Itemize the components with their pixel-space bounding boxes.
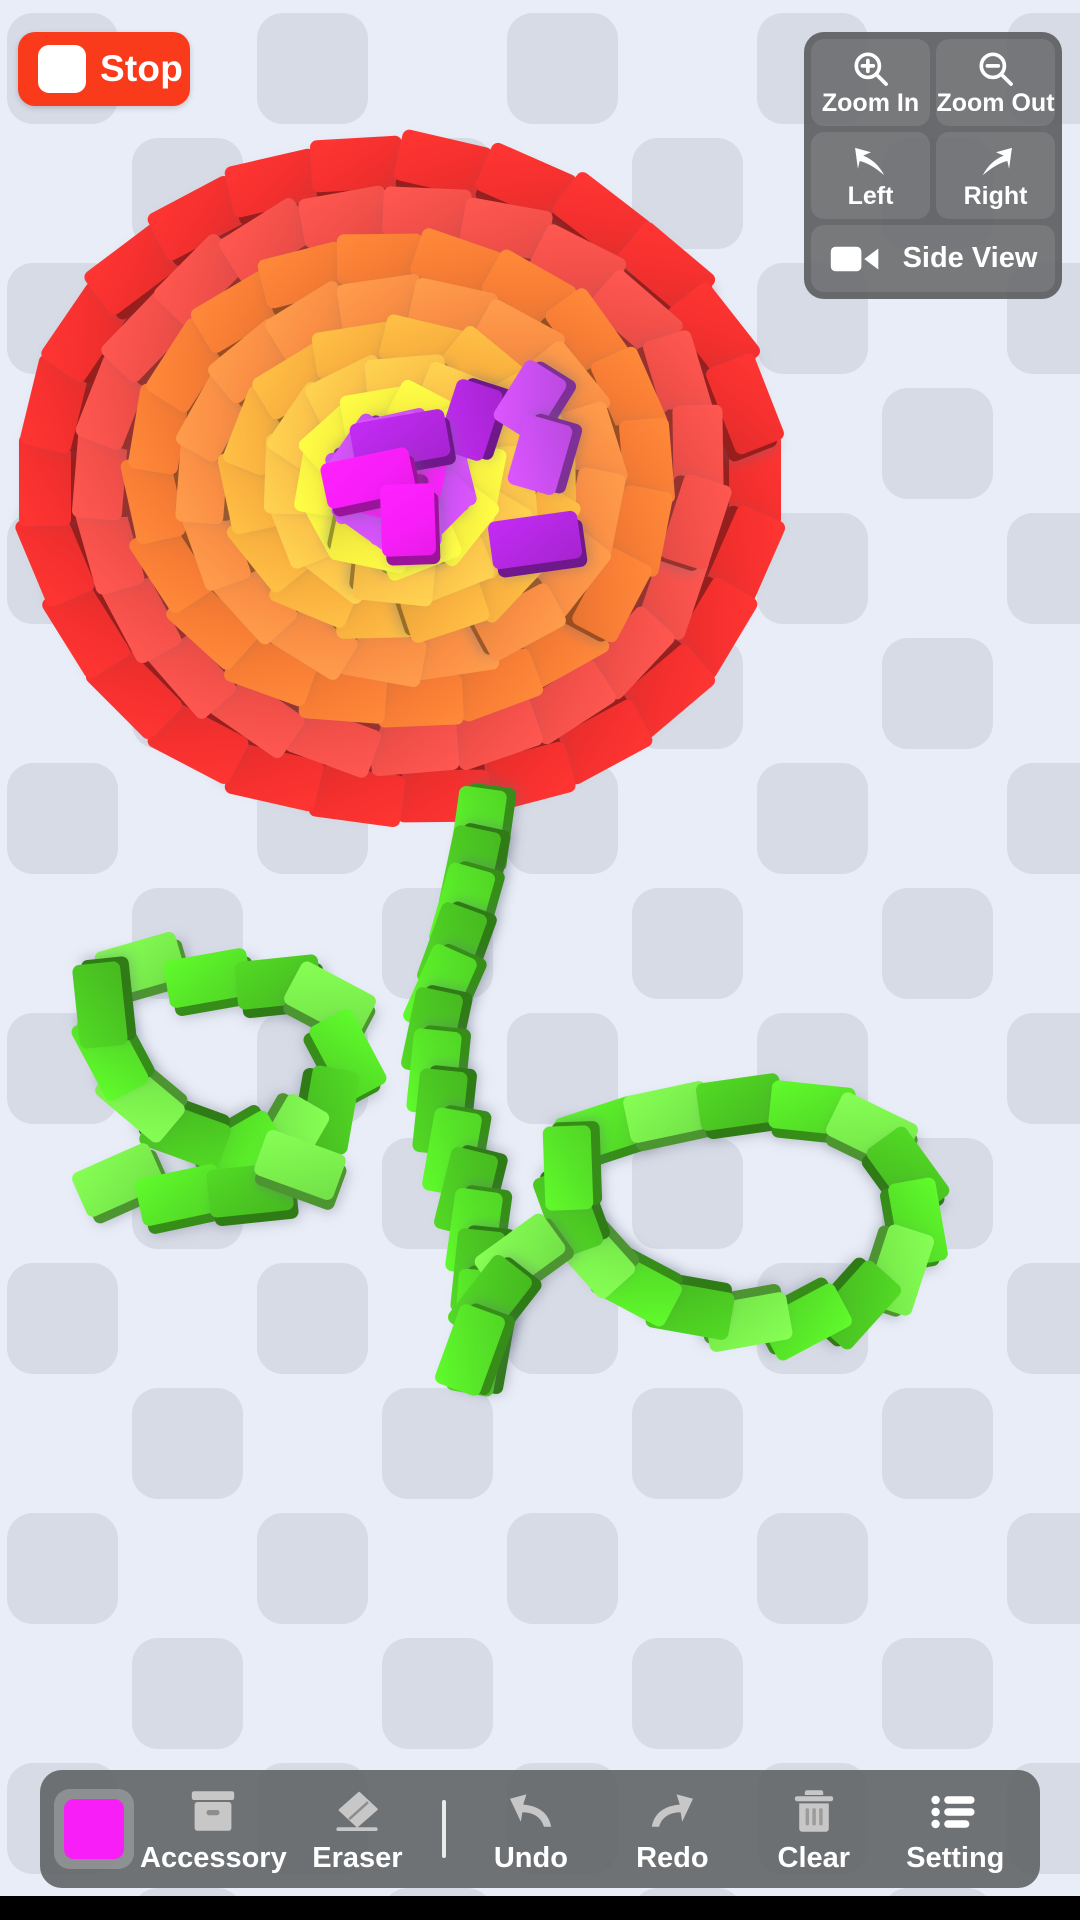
accessory-label: Accessory — [140, 1841, 287, 1874]
side-view-button[interactable]: Side View — [811, 225, 1055, 292]
undo-button[interactable]: Undo — [460, 1770, 601, 1888]
eraser-button[interactable]: Eraser — [287, 1770, 428, 1888]
game-screen: Stop Zoom In Zoom Out Left Right Side Vi… — [0, 0, 1080, 1920]
rotate-right-label: Right — [963, 182, 1028, 210]
redo-label: Redo — [636, 1841, 709, 1874]
rotate-left-label: Left — [847, 182, 894, 210]
eraser-icon — [330, 1784, 384, 1840]
setting-label: Setting — [906, 1841, 1005, 1874]
redo-button[interactable]: Redo — [602, 1770, 743, 1888]
redo-arrow-icon — [645, 1784, 699, 1840]
color-swatch-button[interactable] — [54, 1789, 134, 1869]
selected-color-chip — [64, 1799, 124, 1859]
list-bullet-icon — [929, 1784, 981, 1840]
zoom-in-button[interactable]: Zoom In — [811, 39, 930, 126]
trash-icon — [790, 1784, 838, 1840]
magnifier-plus-icon — [850, 47, 892, 91]
rotate-left-button[interactable]: Left — [811, 132, 930, 219]
toolbar-divider — [442, 1800, 447, 1858]
domino-tile[interactable] — [71, 953, 138, 1050]
domino-tile[interactable] — [379, 483, 443, 567]
rotate-right-button[interactable]: Right — [936, 132, 1055, 219]
bottom-toolbar: Accessory Eraser Undo Redo Clear Setting — [40, 1770, 1040, 1888]
curved-arrow-left-icon — [848, 140, 894, 184]
accessory-button[interactable]: Accessory — [140, 1770, 287, 1888]
magnifier-minus-icon — [975, 47, 1017, 91]
setting-button[interactable]: Setting — [885, 1770, 1026, 1888]
camera-control-panel: Zoom In Zoom Out Left Right Side View — [804, 32, 1062, 299]
domino-tile[interactable] — [309, 135, 412, 203]
box-icon — [187, 1784, 239, 1840]
undo-label: Undo — [493, 1841, 568, 1874]
domino-tile[interactable] — [542, 1118, 604, 1211]
curved-arrow-right-icon — [973, 140, 1019, 184]
eraser-label: Eraser — [312, 1841, 403, 1874]
stop-button[interactable]: Stop — [18, 32, 190, 106]
clear-button[interactable]: Clear — [743, 1770, 884, 1888]
side-view-label: Side View — [902, 242, 1038, 274]
clear-label: Clear — [777, 1841, 851, 1874]
undo-arrow-icon — [504, 1784, 558, 1840]
stop-button-label: Stop — [100, 48, 184, 89]
stop-square-icon — [38, 45, 86, 93]
video-camera-icon — [829, 237, 883, 281]
zoom-out-label: Zoom Out — [936, 89, 1055, 117]
domino-tile[interactable] — [361, 709, 461, 777]
system-bottom-bar — [0, 1896, 1080, 1920]
zoom-in-label: Zoom In — [821, 89, 920, 117]
zoom-out-button[interactable]: Zoom Out — [936, 39, 1055, 126]
